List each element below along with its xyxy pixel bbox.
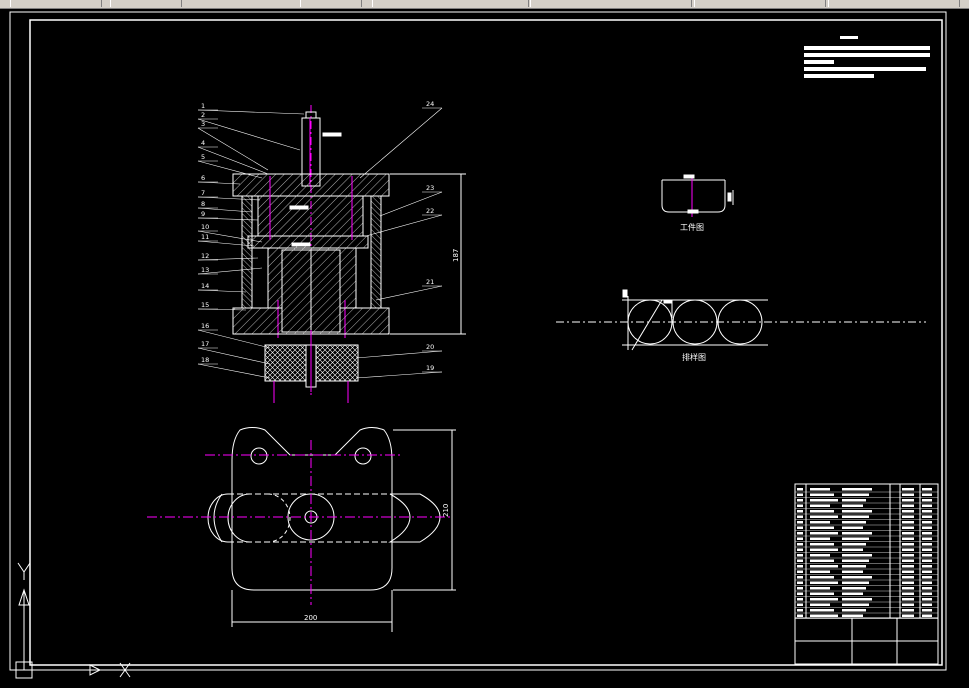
- toolbar-dropdown[interactable]: [530, 0, 692, 7]
- die-assembly-section: [232, 105, 390, 403]
- callout-number: 1: [201, 102, 205, 110]
- callout-number: 8: [201, 200, 205, 208]
- callout-number: 11: [201, 233, 209, 241]
- callout-number: 19: [426, 364, 434, 372]
- toolbar-button[interactable]: [10, 0, 102, 7]
- workpiece-drawing: [661, 174, 734, 217]
- callout-number: 15: [201, 301, 209, 309]
- callout-leader: [197, 160, 263, 179]
- callout-number: 20: [426, 343, 434, 351]
- dim-text-210: 210: [442, 504, 450, 517]
- callout-number: 14: [201, 282, 209, 290]
- toolbar-dropdown[interactable]: [372, 0, 529, 7]
- callout-number: 4: [201, 139, 205, 147]
- callout-leader: [197, 146, 269, 175]
- callout-number: 7: [201, 189, 205, 197]
- callout-number: 24: [426, 100, 434, 108]
- callout-number: 10: [201, 223, 209, 231]
- callout-leader: [197, 118, 301, 151]
- callout-number: 2: [201, 111, 205, 119]
- drawing-frame: [29, 19, 943, 666]
- callout-leader: [197, 363, 271, 379]
- callout-number: 18: [201, 356, 209, 364]
- callout-number: 21: [426, 278, 434, 286]
- ucs-axis-icon: [15, 562, 131, 679]
- die-plan-view: [147, 427, 456, 632]
- drawing-canvas[interactable]: 187 123456789101112131415161718 24232221…: [0, 8, 969, 688]
- technical-requirements: [804, 36, 930, 78]
- toolbar-dropdown[interactable]: [694, 0, 826, 7]
- callout-number: 9: [201, 210, 205, 218]
- callout-number: 5: [201, 153, 205, 161]
- callouts-right: 24 23 22 21 20 19: [355, 100, 443, 379]
- callout-leader: [197, 109, 305, 115]
- strip-layout-drawing: [556, 289, 926, 351]
- workpiece-label: 工件图: [680, 222, 704, 232]
- callout-number: 23: [426, 184, 434, 192]
- toolbar-dropdown[interactable]: [828, 0, 960, 7]
- callout-number: 3: [201, 120, 205, 128]
- callout-number: 13: [201, 266, 209, 274]
- dim-text-187: 187: [452, 249, 460, 262]
- callout-number: 12: [201, 252, 209, 260]
- dim-text-200: 200: [304, 614, 317, 622]
- bom-table: [795, 488, 938, 619]
- toolbar-button[interactable]: [110, 0, 182, 7]
- layout-label: 排样图: [682, 352, 706, 362]
- callout-number: 22: [426, 207, 434, 215]
- callout-number: 6: [201, 174, 205, 182]
- toolbar-button[interactable]: [300, 0, 362, 7]
- callout-number: 16: [201, 322, 209, 330]
- callout-number: 17: [201, 340, 209, 348]
